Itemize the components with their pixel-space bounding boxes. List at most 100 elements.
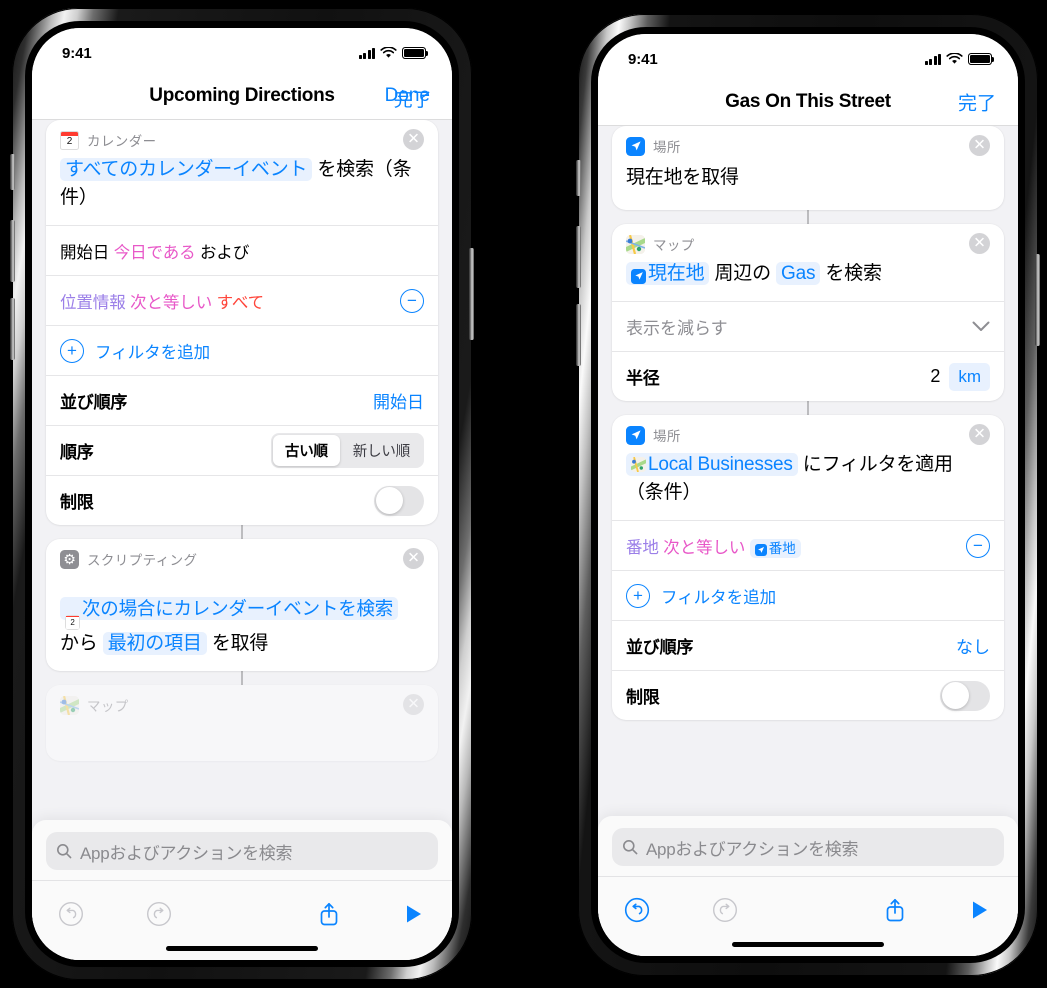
card-sentence: 現在地 周辺の Gas を検索: [612, 254, 1004, 301]
close-icon[interactable]: ✕: [403, 694, 424, 716]
card-app-name: スクリプティング: [87, 553, 198, 569]
action-card-filter-locations[interactable]: 場所 ✕ Local Businesses にフィルタを適用（条件） 番地 次と…: [612, 415, 1004, 721]
parameter-token-gas[interactable]: Gas: [776, 262, 821, 286]
screenshot-stage: 9:41 Upcoming Directions Done 完了 2 カレンダー…: [0, 0, 1047, 988]
action-card-maps-partial[interactable]: マップ ✕: [46, 685, 438, 762]
card-sentence: すべてのカレンダーイベント を検索（条件）: [46, 150, 438, 225]
left-status-bar: 9:41: [32, 28, 452, 72]
left-done-button[interactable]: Done 完了: [385, 85, 432, 111]
cellular-bars-icon: [358, 47, 375, 59]
add-filter-row[interactable]: + フィルタを追加: [46, 325, 438, 375]
right-status-indicators: [924, 53, 995, 65]
redo-icon[interactable]: [712, 897, 738, 923]
share-icon[interactable]: [882, 897, 908, 923]
battery-full-icon: [968, 53, 995, 65]
parameter-token-first-item[interactable]: 最初の項目: [102, 632, 207, 656]
action-card-calendar[interactable]: 2 カレンダー ✕ すべてのカレンダーイベント を検索（条件） 開始日 今日であ…: [46, 120, 438, 526]
remove-filter-icon[interactable]: −: [400, 288, 424, 313]
search-input[interactable]: Appおよびアクションを検索: [46, 832, 438, 870]
sort-order-value[interactable]: なし: [956, 633, 990, 658]
sort-order-value[interactable]: 開始日: [373, 388, 424, 413]
action-card-get-current-location[interactable]: 場所 ✕ 現在地を取得: [612, 126, 1004, 211]
card-app-name: 場所: [653, 429, 681, 445]
close-icon[interactable]: ✕: [403, 548, 424, 570]
right-phone-mute-switch[interactable]: [576, 160, 581, 196]
home-indicator[interactable]: [732, 942, 884, 947]
show-less-row[interactable]: 表示を減らす: [612, 301, 1004, 351]
search-placeholder: Appおよびアクションを検索: [80, 843, 293, 863]
radius-row[interactable]: 半径 2 km: [612, 351, 1004, 401]
location-icon: [626, 136, 645, 156]
home-indicator[interactable]: [166, 946, 318, 951]
limit-row[interactable]: 制限: [612, 670, 1004, 720]
play-icon[interactable]: [400, 901, 426, 927]
filter-field: 開始日: [60, 243, 110, 262]
location-icon: [631, 268, 646, 284]
radius-value[interactable]: 2: [930, 366, 940, 387]
undo-icon[interactable]: [624, 897, 650, 923]
right-phone-volume-down-button[interactable]: [576, 304, 581, 366]
search-icon: [623, 840, 638, 855]
card-header: ⚙ スクリプティング ✕: [46, 539, 438, 570]
add-filter-row[interactable]: + フィルタを追加: [612, 570, 1004, 620]
card-connector: [807, 401, 809, 416]
filter-row-start-date[interactable]: 開始日 今日である および: [46, 225, 438, 275]
sort-order-row[interactable]: 並び順序 開始日: [46, 375, 438, 425]
undo-icon[interactable]: [58, 901, 84, 927]
wifi-icon: [380, 47, 397, 58]
right-search-area: Appおよびアクションを検索: [598, 816, 1018, 876]
limit-toggle[interactable]: [940, 680, 990, 711]
sentence-tail: を取得: [211, 633, 269, 655]
plus-icon: +: [60, 338, 84, 363]
sort-order-row[interactable]: 並び順序 なし: [612, 620, 1004, 670]
action-card-maps-search[interactable]: マップ ✕ 現在地 周辺の Gas を検索 表示を減らす 半径 2 km: [612, 224, 1004, 402]
right-done-button[interactable]: 完了: [958, 88, 996, 115]
right-toolbar: [598, 876, 1018, 936]
filter-operator: 次と等しい: [130, 293, 213, 312]
parameter-token-all-calendar-events[interactable]: すべてのカレンダーイベント: [60, 158, 313, 181]
card-app-name: マップ: [87, 699, 129, 715]
chevron-down-icon[interactable]: [972, 321, 990, 332]
right-phone-power-button[interactable]: [1035, 254, 1040, 346]
card-app-name: カレンダー: [87, 134, 157, 149]
limit-toggle[interactable]: [374, 485, 424, 516]
maps-icon: [626, 234, 645, 254]
gear-icon: ⚙: [60, 549, 79, 569]
parameter-token-current-location[interactable]: 現在地: [626, 262, 710, 286]
card-sentence: 現在地を取得: [626, 167, 739, 188]
remove-filter-icon[interactable]: −: [966, 533, 990, 558]
share-icon[interactable]: [316, 901, 342, 927]
left-phone-volume-up-button[interactable]: [10, 220, 15, 282]
radius-unit[interactable]: km: [949, 362, 990, 391]
filter-row-location[interactable]: 位置情報 次と等しい すべて −: [46, 275, 438, 325]
parameter-token-local-businesses[interactable]: Local Businesses: [626, 453, 798, 477]
left-phone-power-button[interactable]: [469, 248, 474, 340]
sentence-mid: から: [60, 633, 98, 655]
close-icon[interactable]: ✕: [969, 233, 990, 255]
right-phone-volume-up-button[interactable]: [576, 226, 581, 288]
left-phone-mute-switch[interactable]: [10, 154, 15, 190]
action-card-scripting[interactable]: ⚙ スクリプティング ✕ 2 次の場合にカレンダーイベントを検索 から 最初の項目…: [46, 539, 438, 672]
redo-icon[interactable]: [146, 901, 172, 927]
play-icon[interactable]: [966, 897, 992, 923]
limit-row[interactable]: 制限: [46, 475, 438, 525]
left-phone-volume-down-button[interactable]: [10, 298, 15, 360]
order-segmented-control[interactable]: 古い順 新しい順: [270, 433, 424, 469]
search-input[interactable]: Appおよびアクションを検索: [612, 828, 1004, 866]
close-icon[interactable]: ✕: [969, 135, 990, 156]
close-icon[interactable]: ✕: [403, 129, 424, 150]
filter-row-street-address[interactable]: 番地 次と等しい 番地 −: [612, 520, 1004, 570]
left-phone-screen: 9:41 Upcoming Directions Done 完了 2 カレンダー…: [32, 28, 452, 960]
sentence-mid: 周辺の: [714, 263, 772, 285]
order-row[interactable]: 順序 古い順 新しい順: [46, 425, 438, 475]
filter-value-token[interactable]: 番地: [749, 538, 801, 558]
close-icon[interactable]: ✕: [969, 424, 990, 446]
right-page-title: Gas On This Street: [725, 90, 891, 112]
segment-oldest-first[interactable]: 古い順: [272, 435, 340, 467]
card-connector: [241, 525, 243, 540]
left-status-time: 9:41: [62, 44, 92, 62]
card-header: 2 カレンダー ✕: [46, 120, 438, 150]
parameter-token-find-calendar-events[interactable]: 2 次の場合にカレンダーイベントを検索: [60, 597, 399, 631]
left-bottom-sheet: Appおよびアクションを検索: [32, 820, 452, 960]
segment-newest-first[interactable]: 新しい順: [341, 435, 422, 466]
